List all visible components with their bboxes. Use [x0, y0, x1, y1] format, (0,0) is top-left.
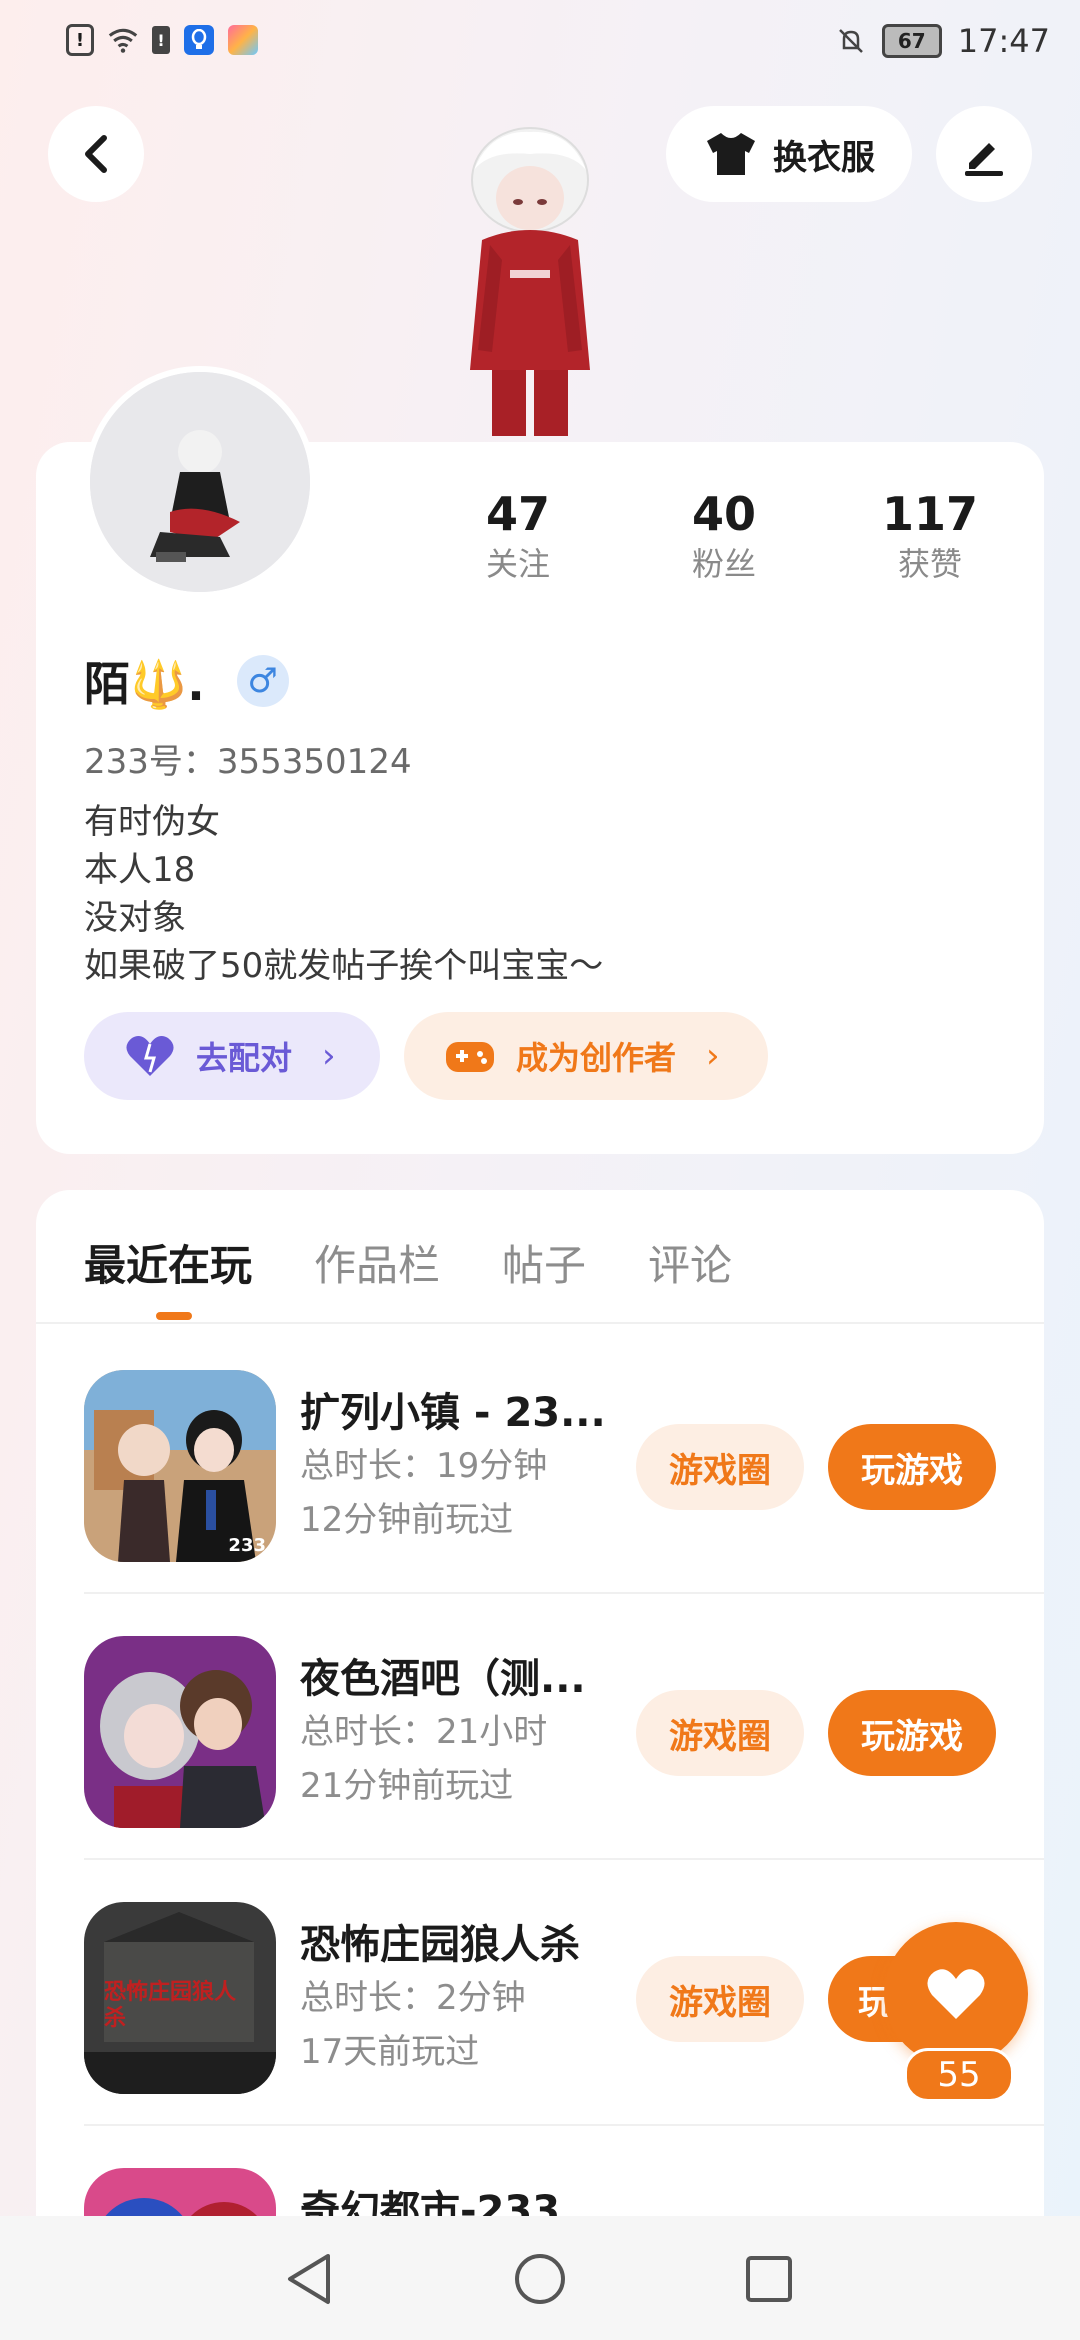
stat-following-count: 47	[485, 487, 550, 541]
tab-works[interactable]: 作品栏	[314, 1232, 440, 1293]
game-circle-button[interactable]: 游戏圈	[636, 1956, 804, 2042]
tab-indicator	[156, 1312, 192, 1320]
recents-nav-icon[interactable]	[744, 2254, 794, 2304]
heart-icon	[927, 1969, 985, 2019]
list-item[interactable]: 233 扩列小镇 - 23... 总时长：19分钟 12分钟前玩过 游戏圈 玩游…	[84, 1328, 1044, 1594]
avatar-character[interactable]	[430, 120, 630, 440]
go-pair-button[interactable]: 去配对 ›	[84, 1012, 380, 1100]
status-bar: ! ! 67 17:47	[0, 0, 1080, 90]
game-last-played: 21分钟前玩过	[300, 1766, 514, 1806]
tab-posts[interactable]: 帖子	[502, 1232, 586, 1293]
game-title: 夜色酒吧（测...	[300, 1656, 586, 1702]
like-count: 55	[904, 2048, 1014, 2102]
mute-icon	[838, 29, 863, 53]
game-duration: 总时长：2分钟	[300, 1978, 526, 2018]
game-badge: 233	[228, 1535, 266, 1556]
game-duration: 总时长：21小时	[300, 1712, 548, 1752]
clock: 17:47	[957, 22, 1050, 60]
gamepad-icon	[446, 1042, 494, 1072]
male-gender-icon: ♂	[236, 655, 289, 707]
game-title: 奇幻都市-233	[300, 2188, 561, 2216]
heart-pair-icon	[126, 1036, 174, 1076]
tab-recently-played[interactable]: 最近在玩	[84, 1232, 252, 1293]
change-outfit-button[interactable]: 换衣服	[666, 106, 912, 202]
back-arrow-icon	[85, 135, 107, 173]
bio-line: 如果破了50就发帖子挨个叫宝宝～	[84, 946, 604, 986]
battery-saver-icon: !	[152, 26, 170, 54]
chevron-right-icon: ›	[322, 1036, 336, 1076]
tab-comments[interactable]: 评论	[648, 1232, 732, 1293]
stat-following[interactable]: 47 关注	[448, 486, 588, 586]
back-button[interactable]	[48, 106, 144, 202]
game-icon[interactable]	[84, 1636, 276, 1828]
bio-line: 没对象	[84, 898, 186, 938]
notification-app-icon	[184, 25, 214, 55]
stat-likes[interactable]: 117 获赞	[860, 486, 1000, 586]
profile-bio: 有时伪女 本人18 没对象 如果破了50就发帖子挨个叫宝宝～	[84, 798, 603, 990]
game-circle-button[interactable]: 游戏圈	[636, 1690, 804, 1776]
game-icon[interactable]: 233	[84, 1370, 276, 1562]
edit-icon	[965, 143, 1003, 176]
go-pair-label: 去配对	[196, 1039, 293, 1077]
bio-line: 本人18	[84, 850, 196, 890]
like-button[interactable]	[884, 1922, 1028, 2066]
change-outfit-label: 换衣服	[773, 137, 875, 178]
divider	[36, 1322, 1044, 1324]
user-id[interactable]: 233号：355350124	[84, 734, 412, 783]
play-game-button[interactable]: 玩游戏	[828, 1424, 996, 1510]
game-icon[interactable]: 恐怖庄园狼人杀	[84, 1902, 276, 2094]
tshirt-icon	[707, 133, 755, 175]
list-item[interactable]: 奇幻都市-233	[84, 2126, 1044, 2216]
stat-followers[interactable]: 40 粉丝	[654, 486, 794, 586]
app-store-icon	[228, 25, 258, 55]
profile-name-row: 陌🔱. ♂	[84, 648, 289, 714]
stat-likes-label: 获赞	[897, 545, 962, 583]
list-item[interactable]: 夜色酒吧（测... 总时长：21小时 21分钟前玩过 游戏圈 玩游戏	[84, 1594, 1044, 1860]
game-last-played: 12分钟前玩过	[300, 1500, 514, 1540]
game-duration: 总时长：19分钟	[300, 1446, 548, 1486]
stat-followers-label: 粉丝	[691, 545, 756, 583]
battery-indicator: 67	[881, 24, 942, 58]
chevron-right-icon: ›	[706, 1036, 720, 1076]
stat-followers-count: 40	[691, 487, 756, 541]
game-icon-text: 恐怖庄园狼人杀	[104, 1980, 237, 2031]
game-title: 恐怖庄园狼人杀	[300, 1922, 580, 1968]
profile-tabs: 最近在玩 作品栏 帖子 评论	[84, 1232, 732, 1293]
back-nav-icon[interactable]	[284, 2252, 334, 2306]
become-creator-label: 成为创作者	[516, 1039, 677, 1077]
avatar[interactable]	[84, 366, 316, 598]
system-nav-bar	[0, 2216, 1080, 2340]
become-creator-button[interactable]: 成为创作者 ›	[404, 1012, 768, 1100]
edit-profile-button[interactable]	[936, 106, 1032, 202]
game-icon[interactable]	[84, 2168, 276, 2216]
stat-likes-count: 117	[881, 487, 979, 541]
stat-following-label: 关注	[485, 545, 550, 583]
bio-line: 有时伪女	[84, 802, 220, 842]
play-game-button[interactable]: 玩游戏	[828, 1690, 996, 1776]
profile-name: 陌🔱.	[84, 657, 205, 711]
game-circle-button[interactable]: 游戏圈	[636, 1424, 804, 1510]
wifi-icon	[108, 25, 138, 55]
game-title: 扩列小镇 - 23...	[300, 1390, 606, 1436]
home-nav-icon[interactable]	[513, 2252, 567, 2306]
alert-icon: !	[66, 24, 94, 56]
game-last-played: 17天前玩过	[300, 2032, 480, 2072]
